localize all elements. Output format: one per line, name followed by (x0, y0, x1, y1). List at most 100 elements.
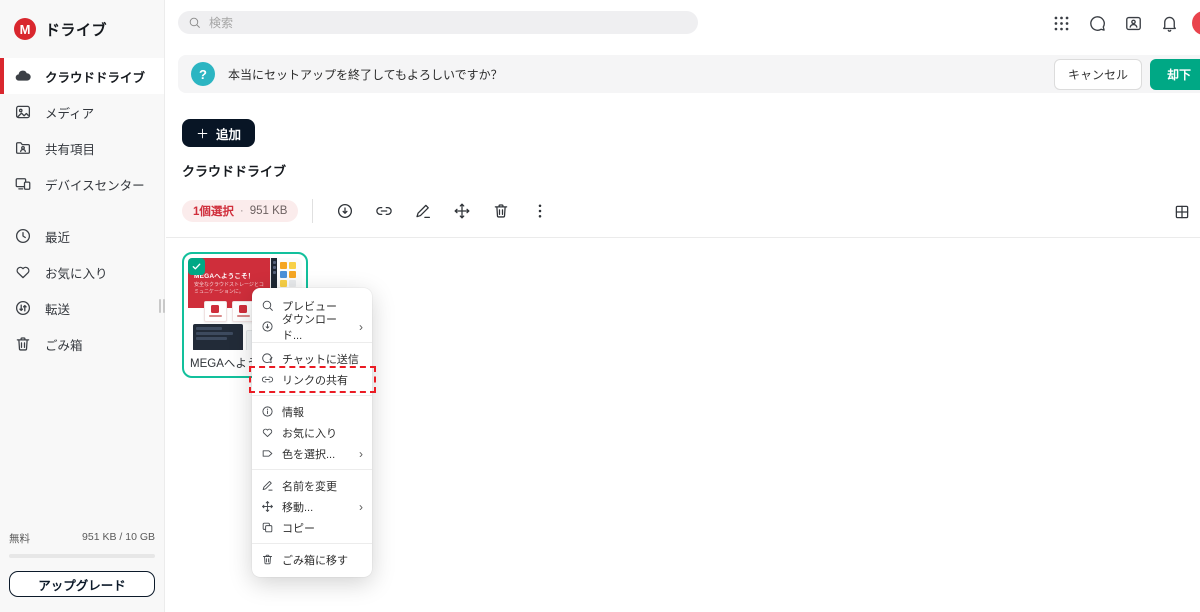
upgrade-button[interactable]: アップグレード (9, 571, 155, 597)
bell-icon (1162, 16, 1176, 32)
move-icon (262, 501, 273, 512)
plus-icon (197, 128, 208, 138)
sidebar-item-label: お気に入り (45, 266, 108, 281)
menu-item-label: ごみ箱に移す (282, 554, 348, 567)
rename-icon (262, 480, 273, 491)
menu-item-copy[interactable]: コピー (252, 517, 372, 538)
dismiss-button[interactable]: 却下 (1149, 58, 1200, 90)
devices-icon (15, 178, 31, 190)
thumb-app-screenshot (193, 324, 243, 350)
selection-separator: · (239, 205, 244, 217)
media-icon (15, 105, 31, 119)
trash-icon (494, 204, 508, 218)
breadcrumb[interactable]: クラウドドライブ (182, 161, 286, 180)
move-icon (454, 203, 470, 219)
menu-divider (252, 543, 372, 544)
sidebar-item-favourites[interactable]: お気に入り (0, 254, 164, 290)
sidebar-item-label: 転送 (45, 302, 71, 317)
submenu-chevron-icon: › (359, 499, 363, 514)
menu-item-rename[interactable]: 名前を変更 (252, 475, 372, 496)
plan-label: 無料 (9, 533, 30, 545)
preview-icon (262, 300, 273, 311)
pencil-icon (416, 204, 430, 219)
menu-item-favourite[interactable]: お気に入り (252, 422, 372, 443)
menu-item-label: 色を選択... (282, 448, 336, 461)
clock-icon (15, 228, 31, 244)
info-icon (262, 406, 273, 417)
sidebar-item-shared[interactable]: 共有項目 (0, 130, 164, 166)
selection-badge: 1個選択 · 951 KB (182, 200, 299, 222)
menu-item-label: 移動... (282, 501, 314, 514)
search-input[interactable] (209, 15, 688, 30)
app-logo[interactable]: M ドライブ (0, 0, 164, 58)
sidebar-item-device-center[interactable]: デバイスセンター (0, 166, 164, 202)
share-link-button[interactable] (364, 202, 403, 220)
share-link-icon (261, 376, 274, 383)
copy-icon (262, 522, 273, 533)
cloud-icon (15, 70, 31, 81)
transfers-icon (15, 300, 31, 316)
label-icon (262, 450, 273, 457)
add-button[interactable]: 追加 (182, 119, 256, 147)
sidebar-item-rubbish-bin[interactable]: ごみ箱 (0, 326, 164, 362)
storage-progressbar (9, 554, 155, 558)
menu-item-label: ダウンロード... (282, 313, 337, 342)
contacts-button[interactable] (1122, 12, 1144, 34)
usage-label: 951 KB / 10 GB (82, 531, 155, 543)
mega-logo-icon: M (14, 18, 36, 40)
menu-item-info[interactable]: 情報 (252, 401, 372, 422)
menu-item-label: お気に入り (282, 427, 337, 440)
move-button[interactable] (442, 202, 481, 220)
trash-icon (16, 337, 30, 351)
more-options-button[interactable] (520, 202, 559, 220)
user-avatar[interactable] (1192, 11, 1200, 35)
menu-item-move-to-trash[interactable]: ごみ箱に移す (252, 549, 372, 570)
sidebar-section-gap (0, 202, 164, 218)
storage-footer: 無料 951 KB / 10 GB アップグレード (0, 531, 164, 612)
sidebar-item-label: メディア (45, 106, 95, 121)
search-icon (189, 17, 200, 28)
grid-view-icon (1175, 205, 1189, 219)
send-chat-icon (262, 353, 273, 364)
cancel-button[interactable]: キャンセル (1053, 58, 1142, 90)
menu-item-move[interactable]: 移動... › (252, 496, 372, 517)
selection-count: 1個選択 (193, 206, 234, 218)
rename-button[interactable] (403, 202, 442, 220)
menu-item-share-link[interactable]: リンクの共有 (249, 366, 376, 393)
sidebar-item-transfers[interactable]: 転送 (0, 290, 164, 326)
sidebar-item-recent[interactable]: 最近 (0, 218, 164, 254)
trash-button[interactable] (481, 202, 520, 220)
menu-item-send-to-chat[interactable]: チャットに送信 (252, 348, 372, 369)
sidebar-nav: クラウドドライブ メディア 共有項目 デバイスセンター 最近 お気に入り 転送 (0, 58, 164, 362)
download-button[interactable] (325, 202, 364, 220)
sidebar-item-label: 最近 (45, 230, 71, 245)
content-divider (166, 237, 1200, 238)
menu-item-label: 名前を変更 (282, 480, 337, 493)
sidebar-item-cloud-drive[interactable]: クラウドドライブ (0, 58, 164, 94)
download-icon (262, 321, 273, 332)
notifications-button[interactable] (1158, 12, 1180, 34)
menu-item-download[interactable]: ダウンロード... › (252, 314, 372, 342)
thumb-mini-card (203, 300, 227, 322)
apps-grid-icon (1054, 16, 1068, 30)
menu-item-select-color[interactable]: 色を選択... › (252, 443, 372, 464)
sidebar-resize-handle[interactable] (159, 299, 165, 313)
view-toggle-button[interactable] (1173, 203, 1191, 221)
menu-item-label: チャットに送信 (282, 353, 359, 366)
menu-divider (252, 469, 372, 470)
file-checkbox[interactable] (188, 258, 205, 275)
banner-message: 本当にセットアップを終了してもよろしいですか？ (228, 67, 503, 82)
sidebar-item-label: クラウドドライブ (45, 70, 146, 85)
apps-menu-button[interactable] (1050, 12, 1072, 34)
sidebar: M ドライブ クラウドドライブ メディア 共有項目 デバイスセンター 最近 お気… (0, 0, 165, 612)
trash-icon (262, 554, 273, 565)
heart-icon (16, 266, 30, 279)
toolbar-divider (312, 199, 314, 223)
menu-item-label: リンクの共有 (282, 374, 348, 387)
search-bar[interactable] (178, 11, 698, 34)
shared-folder-icon (15, 142, 31, 154)
chat-button[interactable] (1086, 12, 1108, 34)
sidebar-item-media[interactable]: メディア (0, 94, 164, 130)
link-icon (376, 206, 392, 216)
menu-item-label: コピー (282, 522, 315, 535)
